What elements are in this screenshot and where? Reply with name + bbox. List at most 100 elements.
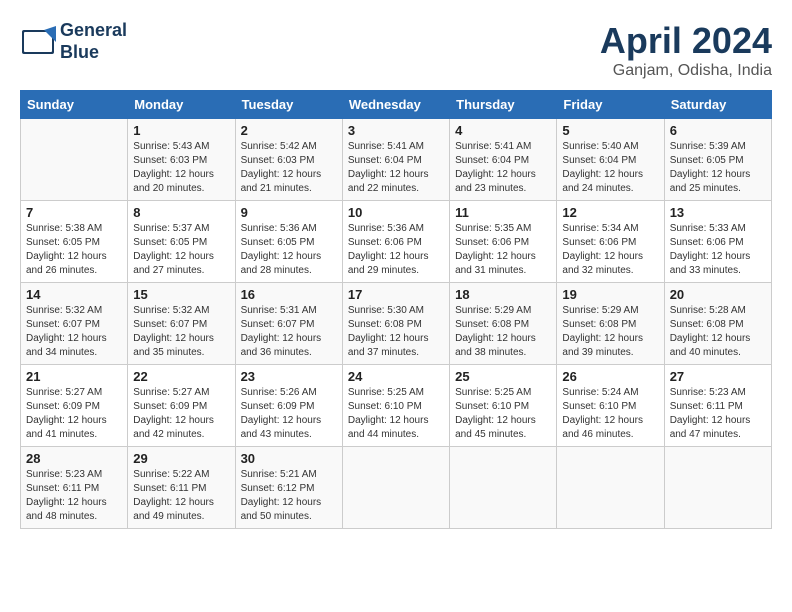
weekday-header-sunday: Sunday: [21, 91, 128, 119]
day-number: 12: [562, 205, 658, 220]
calendar-cell: 24 Sunrise: 5:25 AMSunset: 6:10 PMDayligh…: [342, 365, 449, 447]
calendar-cell: 8 Sunrise: 5:37 AMSunset: 6:05 PMDaylight…: [128, 201, 235, 283]
day-info: Sunrise: 5:27 AMSunset: 6:09 PMDaylight:…: [26, 386, 122, 442]
day-number: 16: [241, 287, 337, 302]
calendar-cell: 10Sunrise: 5:36 AMSunset: 6:06 PMDayligh…: [342, 201, 449, 283]
weekday-header-row: SundayMondayTuesdayWednesdayThursdayFrid…: [21, 91, 772, 119]
calendar-cell: [450, 447, 557, 529]
calendar-cell: 17 Sunrise: 5:30 AMSunset: 6:08 PMDayligh…: [342, 283, 449, 365]
calendar-cell: 21 Sunrise: 5:27 AMSunset: 6:09 PMDayligh…: [21, 365, 128, 447]
calendar-cell: 29Sunrise: 5:22 AMSunset: 6:11 PMDayligh…: [128, 447, 235, 529]
day-number: 4: [455, 123, 551, 138]
calendar-cell: 18 Sunrise: 5:29 AMSunset: 6:08 PMDayligh…: [450, 283, 557, 365]
calendar-cell: 26Sunrise: 5:24 AMSunset: 6:10 PMDayligh…: [557, 365, 664, 447]
calendar-week-5: 28Sunrise: 5:23 AMSunset: 6:11 PMDayligh…: [21, 447, 772, 529]
day-number: 11: [455, 205, 551, 220]
day-info: Sunrise: 5:33 AMSunset: 6:06 PMDaylight:…: [670, 222, 766, 278]
day-number: 17: [348, 287, 444, 302]
day-number: 24: [348, 369, 444, 384]
month-title: April 2024: [600, 20, 772, 62]
weekday-header-wednesday: Wednesday: [342, 91, 449, 119]
calendar-cell: 13 Sunrise: 5:33 AMSunset: 6:06 PMDayligh…: [664, 201, 771, 283]
weekday-header-thursday: Thursday: [450, 91, 557, 119]
calendar-cell: 6Sunrise: 5:39 AMSunset: 6:05 PMDaylight…: [664, 119, 771, 201]
day-number: 2: [241, 123, 337, 138]
weekday-header-tuesday: Tuesday: [235, 91, 342, 119]
calendar-body: 1 Sunrise: 5:43 AMSunset: 6:03 PMDaylight…: [21, 119, 772, 529]
logo-line2: Blue: [60, 42, 127, 64]
logo-line1: General: [60, 20, 127, 42]
logo-icon: [20, 24, 56, 60]
calendar-cell: 5 Sunrise: 5:40 AMSunset: 6:04 PMDaylight…: [557, 119, 664, 201]
calendar-week-1: 1 Sunrise: 5:43 AMSunset: 6:03 PMDaylight…: [21, 119, 772, 201]
day-number: 18: [455, 287, 551, 302]
calendar-week-4: 21 Sunrise: 5:27 AMSunset: 6:09 PMDayligh…: [21, 365, 772, 447]
calendar-cell: 22Sunrise: 5:27 AMSunset: 6:09 PMDayligh…: [128, 365, 235, 447]
calendar-cell: 15 Sunrise: 5:32 AMSunset: 6:07 PMDayligh…: [128, 283, 235, 365]
day-number: 1: [133, 123, 229, 138]
day-info: Sunrise: 5:30 AMSunset: 6:08 PMDaylight:…: [348, 304, 444, 360]
day-number: 5: [562, 123, 658, 138]
day-number: 14: [26, 287, 122, 302]
calendar-cell: 28Sunrise: 5:23 AMSunset: 6:11 PMDayligh…: [21, 447, 128, 529]
calendar-cell: 25 Sunrise: 5:25 AMSunset: 6:10 PMDayligh…: [450, 365, 557, 447]
day-info: Sunrise: 5:25 AMSunset: 6:10 PMDaylight:…: [455, 386, 551, 442]
day-info: Sunrise: 5:32 AMSunset: 6:07 PMDaylight:…: [133, 304, 229, 360]
page-header: General Blue April 2024 Ganjam, Odisha, …: [20, 20, 772, 80]
day-number: 27: [670, 369, 766, 384]
day-info: Sunrise: 5:25 AMSunset: 6:10 PMDaylight:…: [348, 386, 444, 442]
calendar-cell: 11 Sunrise: 5:35 AMSunset: 6:06 PMDayligh…: [450, 201, 557, 283]
day-info: Sunrise: 5:43 AMSunset: 6:03 PMDaylight:…: [133, 140, 229, 196]
day-info: Sunrise: 5:21 AMSunset: 6:12 PMDaylight:…: [241, 468, 337, 524]
day-info: Sunrise: 5:38 AMSunset: 6:05 PMDaylight:…: [26, 222, 122, 278]
weekday-header-saturday: Saturday: [664, 91, 771, 119]
day-number: 3: [348, 123, 444, 138]
weekday-header-friday: Friday: [557, 91, 664, 119]
day-info: Sunrise: 5:41 AMSunset: 6:04 PMDaylight:…: [348, 140, 444, 196]
calendar-cell: 7 Sunrise: 5:38 AMSunset: 6:05 PMDaylight…: [21, 201, 128, 283]
day-number: 13: [670, 205, 766, 220]
calendar-cell: 9Sunrise: 5:36 AMSunset: 6:05 PMDaylight…: [235, 201, 342, 283]
day-number: 21: [26, 369, 122, 384]
location: Ganjam, Odisha, India: [600, 62, 772, 80]
day-info: Sunrise: 5:26 AMSunset: 6:09 PMDaylight:…: [241, 386, 337, 442]
calendar-cell: 20Sunrise: 5:28 AMSunset: 6:08 PMDayligh…: [664, 283, 771, 365]
day-info: Sunrise: 5:42 AMSunset: 6:03 PMDaylight:…: [241, 140, 337, 196]
day-info: Sunrise: 5:23 AMSunset: 6:11 PMDaylight:…: [670, 386, 766, 442]
calendar-cell: 4Sunrise: 5:41 AMSunset: 6:04 PMDaylight…: [450, 119, 557, 201]
day-number: 20: [670, 287, 766, 302]
calendar-cell: 27 Sunrise: 5:23 AMSunset: 6:11 PMDayligh…: [664, 365, 771, 447]
day-number: 23: [241, 369, 337, 384]
day-info: Sunrise: 5:22 AMSunset: 6:11 PMDaylight:…: [133, 468, 229, 524]
day-info: Sunrise: 5:34 AMSunset: 6:06 PMDaylight:…: [562, 222, 658, 278]
calendar-cell: [664, 447, 771, 529]
day-info: Sunrise: 5:29 AMSunset: 6:08 PMDaylight:…: [455, 304, 551, 360]
day-info: Sunrise: 5:32 AMSunset: 6:07 PMDaylight:…: [26, 304, 122, 360]
day-number: 8: [133, 205, 229, 220]
calendar-cell: [557, 447, 664, 529]
day-info: Sunrise: 5:37 AMSunset: 6:05 PMDaylight:…: [133, 222, 229, 278]
day-info: Sunrise: 5:39 AMSunset: 6:05 PMDaylight:…: [670, 140, 766, 196]
calendar-cell: 16 Sunrise: 5:31 AMSunset: 6:07 PMDayligh…: [235, 283, 342, 365]
day-number: 15: [133, 287, 229, 302]
day-info: Sunrise: 5:40 AMSunset: 6:04 PMDaylight:…: [562, 140, 658, 196]
day-number: 19: [562, 287, 658, 302]
day-number: 30: [241, 451, 337, 466]
calendar-cell: 19 Sunrise: 5:29 AMSunset: 6:08 PMDayligh…: [557, 283, 664, 365]
logo: General Blue: [20, 20, 127, 63]
day-info: Sunrise: 5:31 AMSunset: 6:07 PMDaylight:…: [241, 304, 337, 360]
day-number: 25: [455, 369, 551, 384]
calendar-cell: 14 Sunrise: 5:32 AMSunset: 6:07 PMDayligh…: [21, 283, 128, 365]
day-info: Sunrise: 5:27 AMSunset: 6:09 PMDaylight:…: [133, 386, 229, 442]
title-block: April 2024 Ganjam, Odisha, India: [600, 20, 772, 80]
calendar-cell: 23 Sunrise: 5:26 AMSunset: 6:09 PMDayligh…: [235, 365, 342, 447]
calendar-cell: 2 Sunrise: 5:42 AMSunset: 6:03 PMDaylight…: [235, 119, 342, 201]
day-info: Sunrise: 5:36 AMSunset: 6:05 PMDaylight:…: [241, 222, 337, 278]
day-info: Sunrise: 5:36 AMSunset: 6:06 PMDaylight:…: [348, 222, 444, 278]
weekday-header-monday: Monday: [128, 91, 235, 119]
day-info: Sunrise: 5:29 AMSunset: 6:08 PMDaylight:…: [562, 304, 658, 360]
calendar-week-3: 14 Sunrise: 5:32 AMSunset: 6:07 PMDayligh…: [21, 283, 772, 365]
day-info: Sunrise: 5:35 AMSunset: 6:06 PMDaylight:…: [455, 222, 551, 278]
calendar-cell: 30 Sunrise: 5:21 AMSunset: 6:12 PMDayligh…: [235, 447, 342, 529]
day-number: 7: [26, 205, 122, 220]
